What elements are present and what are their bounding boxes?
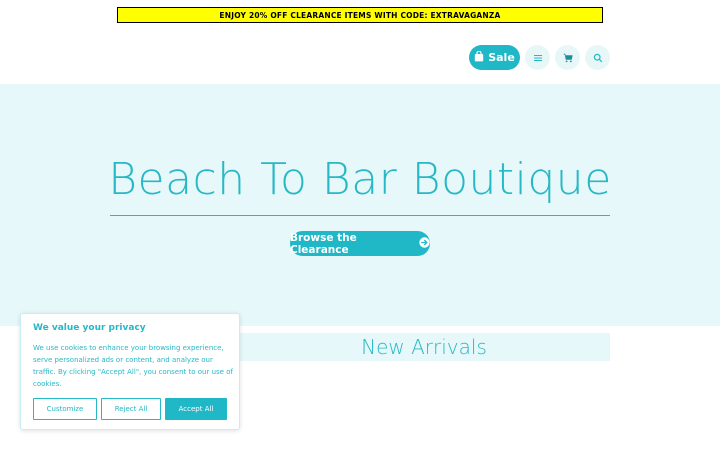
new-arrivals-heading: New Arrivals <box>238 333 610 361</box>
cookie-body: We use cookies to enhance your browsing … <box>33 344 233 388</box>
search-button[interactable] <box>585 45 610 70</box>
page: ENJOY 20% OFF CLEARANCE ITEMS WITH CODE:… <box>0 0 720 450</box>
cart-icon <box>563 48 573 67</box>
cart-button[interactable] <box>555 45 580 70</box>
menu-button[interactable] <box>525 45 550 70</box>
site-header: Sale <box>0 30 720 84</box>
cookie-consent-banner: We value your privacy We use cookies to … <box>20 313 240 430</box>
arrow-circle-right-icon <box>419 236 430 251</box>
hero-banner: Beach To Bar Boutique Browse the Clearan… <box>0 84 720 326</box>
browse-clearance-label: Browse the Clearance <box>290 231 357 256</box>
hero-title: Beach To Bar Boutique <box>108 154 612 205</box>
browse-clearance-button[interactable]: Browse the Clearance <box>290 231 430 256</box>
sale-button[interactable]: Sale <box>469 45 520 70</box>
search-icon <box>593 48 603 67</box>
hero-divider <box>110 215 610 216</box>
customize-button[interactable]: Customize <box>33 398 97 420</box>
sale-label: Sale <box>488 51 515 64</box>
hamburger-menu-icon <box>533 48 543 67</box>
new-arrivals-title: New Arrivals <box>361 335 487 359</box>
accept-all-button[interactable]: Accept All <box>165 398 227 420</box>
reject-all-button[interactable]: Reject All <box>101 398 161 420</box>
cookie-title: We value your privacy <box>33 323 146 333</box>
shopping-bag-icon <box>474 50 484 65</box>
promo-bar: ENJOY 20% OFF CLEARANCE ITEMS WITH CODE:… <box>117 7 603 23</box>
promo-text: ENJOY 20% OFF CLEARANCE ITEMS WITH CODE:… <box>219 10 501 20</box>
